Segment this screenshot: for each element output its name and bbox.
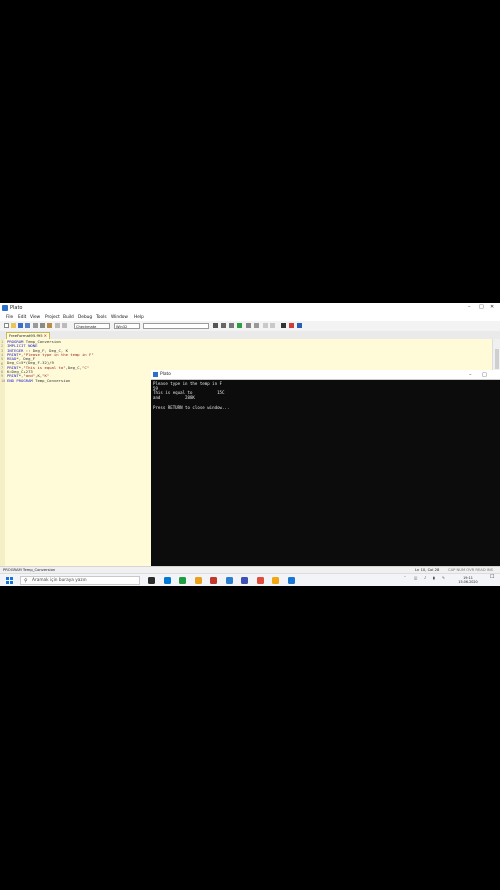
tab-label: FreeFormat95.f95 <box>9 333 43 338</box>
console-maximize-icon[interactable]: □ <box>482 372 487 378</box>
windows-start-icon[interactable] <box>6 577 13 584</box>
close-icon[interactable]: ✕ <box>490 304 494 310</box>
copy-icon[interactable] <box>40 323 45 328</box>
taskbar-app-icon[interactable] <box>225 577 233 584</box>
network-icon[interactable]: ◫ <box>414 576 417 580</box>
taskbar-app-icon[interactable] <box>148 577 155 584</box>
clock-date: 15.06.2020 <box>458 579 478 584</box>
code-token: ,Deg_C, <box>65 364 82 370</box>
debug-icon[interactable] <box>246 323 251 328</box>
code-line[interactable]: END PROGRAM Temp_Conversion <box>7 377 94 383</box>
code-token: "C" <box>81 364 90 370</box>
battery-icon[interactable]: ▮ <box>433 576 435 580</box>
breakpoint-icon[interactable] <box>289 323 294 328</box>
cut-icon[interactable] <box>33 323 38 328</box>
paste-icon[interactable] <box>47 323 52 328</box>
taskbar-app-icon[interactable] <box>241 577 248 584</box>
new-file-icon[interactable] <box>4 323 9 328</box>
help-icon[interactable] <box>297 323 302 328</box>
console-window[interactable]: Plato – □ Please type in the temp in F 5… <box>151 370 500 566</box>
menu-window[interactable]: Window <box>111 315 128 320</box>
compile-icon[interactable] <box>221 323 226 328</box>
menu-tools[interactable]: Tools <box>96 315 107 320</box>
menu-edit[interactable]: Edit <box>18 315 26 320</box>
line-number-gutter: 1 2 3 4 5 6 7 8 9 10 <box>0 339 5 566</box>
search-icon: ⚲ <box>24 577 28 584</box>
window-titlebar: Plato – □ ✕ <box>0 303 500 312</box>
code-token: END PROGRAM <box>7 377 33 383</box>
toolbar-extra-icon[interactable] <box>263 323 268 328</box>
app-icon <box>2 304 8 311</box>
taskbar-app-icon[interactable] <box>272 577 279 584</box>
toolbar-search-combo[interactable] <box>143 322 209 329</box>
toolbar-extra-icon-2[interactable] <box>270 323 275 328</box>
console-output: Please type in the temp in F 59 This is … <box>153 381 230 410</box>
find-icon[interactable] <box>213 323 218 328</box>
taskbar-search-input[interactable]: ⚲ Aramak için buraya yazın <box>20 575 140 585</box>
undo-icon[interactable] <box>55 323 60 328</box>
desktop-screen: Plato – □ ✕ File Edit View Project Build… <box>0 303 500 586</box>
minimize-icon[interactable]: – <box>468 304 471 310</box>
menu-file[interactable]: File <box>6 315 13 320</box>
menu-project[interactable]: Project <box>45 315 60 320</box>
tray-chevron-icon[interactable]: ˄ <box>404 576 406 580</box>
taskbar-clock[interactable]: 19:11 15.06.2020 <box>453 576 483 585</box>
stop-icon[interactable] <box>281 323 286 328</box>
build-config-select[interactable]: Checkmate <box>74 322 110 329</box>
menu-bar: File Edit View Project Build Debug Tools… <box>0 313 500 321</box>
step-icon[interactable] <box>254 323 259 328</box>
scrollbar-thumb[interactable] <box>494 349 499 369</box>
redo-icon[interactable] <box>62 323 67 328</box>
windows-taskbar: ⚲ Aramak için buraya yazın ˄ ◫ ♪ ▮ ✎ 19:… <box>0 573 500 586</box>
console-title: Plato <box>160 371 171 377</box>
notification-icon[interactable]: ☐ <box>490 575 494 580</box>
taskbar-app-icon[interactable] <box>194 577 202 584</box>
code-token: Temp_Conversion <box>32 377 71 383</box>
menu-view[interactable]: View <box>30 315 40 320</box>
console-app-icon <box>153 371 158 377</box>
console-titlebar: Plato – □ <box>151 370 500 380</box>
taskbar-app-icon[interactable] <box>163 577 171 584</box>
console-minimize-icon[interactable]: – <box>469 372 472 378</box>
open-folder-icon[interactable] <box>11 323 16 328</box>
taskbar-app-icon[interactable] <box>287 577 295 584</box>
build-config-value: Checkmate <box>76 324 97 329</box>
maximize-icon[interactable]: □ <box>479 304 484 310</box>
menu-debug[interactable]: Debug <box>78 315 92 320</box>
build-icon[interactable] <box>229 323 234 328</box>
code-text[interactable]: PROGRAM Temp_Conversion IMPLICIT NONE INTE… <box>7 339 94 383</box>
platform-value: Win32 <box>116 324 128 329</box>
menu-help[interactable]: Help <box>134 315 144 320</box>
taskbar-app-icon[interactable] <box>210 577 217 584</box>
search-placeholder: Aramak için buraya yazın <box>32 577 87 583</box>
platform-select[interactable]: Win32 <box>114 322 140 329</box>
volume-icon[interactable]: ♪ <box>424 576 426 580</box>
save-all-icon[interactable] <box>25 323 30 328</box>
run-icon[interactable] <box>237 323 242 328</box>
language-icon[interactable]: ✎ <box>442 576 445 580</box>
taskbar-app-icon[interactable] <box>179 577 186 584</box>
menu-build[interactable]: Build <box>63 315 74 320</box>
line-number: 10 <box>1 378 6 383</box>
save-icon[interactable] <box>18 323 23 328</box>
taskbar-app-icon[interactable] <box>256 577 264 584</box>
tab-freeformat95[interactable]: FreeFormat95.f95 × <box>6 332 50 339</box>
window-title: Plato <box>10 304 23 311</box>
